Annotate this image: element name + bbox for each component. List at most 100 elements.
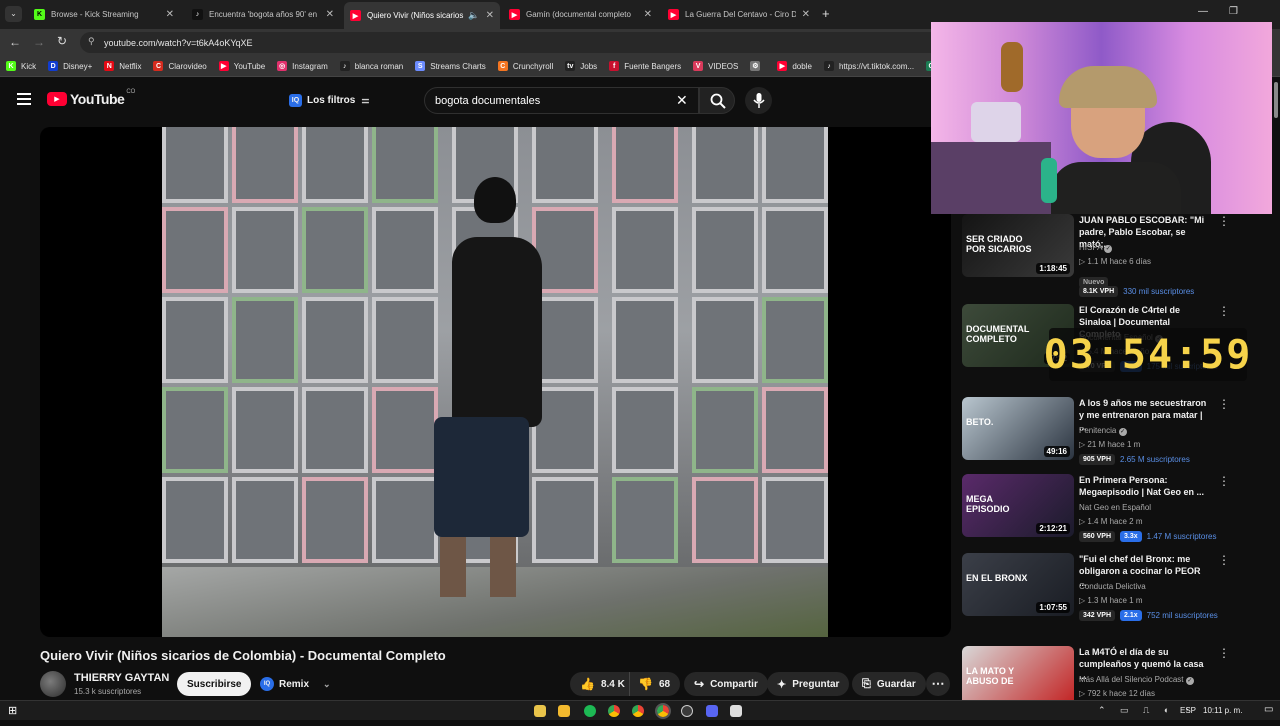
bookmark-item[interactable]: ▶ doble xyxy=(777,61,812,71)
voice-search-button[interactable] xyxy=(745,87,772,114)
bookmark-item[interactable]: ♪ blanca roman xyxy=(339,61,403,71)
video-thumbnail[interactable]: BETO. 49:16 xyxy=(962,397,1074,460)
close-icon[interactable]: ✕ xyxy=(486,10,494,21)
video-thumbnail[interactable]: SER CRIADO POR SICARIOS 1:18:45 xyxy=(962,214,1074,277)
speaker-icon[interactable]: 🔈 xyxy=(468,10,479,21)
bookmark-item[interactable]: ◎ Instagram xyxy=(277,61,328,71)
niche xyxy=(162,477,228,563)
tab-search-button[interactable]: ⌄ xyxy=(5,6,22,22)
youtube-play-icon: ▶ xyxy=(47,92,67,106)
channel-name[interactable]: Nat Geo en Español xyxy=(1079,503,1151,512)
clear-search-icon[interactable]: ✕ xyxy=(676,92,688,109)
app-icon[interactable] xyxy=(730,705,742,717)
more-actions-button[interactable]: ⋯ xyxy=(926,672,950,696)
close-icon[interactable]: ✕ xyxy=(166,9,174,20)
recommended-video[interactable]: SER CRIADO POR SICARIOS 1:18:45 JUAN PABLO… xyxy=(962,214,1262,297)
channel-name[interactable]: HISPA ✓ xyxy=(1079,243,1113,253)
new-tab-button[interactable]: + xyxy=(822,6,830,21)
channel-avatar[interactable] xyxy=(40,671,66,697)
ask-button[interactable]: ✦ Preguntar xyxy=(767,672,850,696)
file-explorer-icon[interactable] xyxy=(558,705,570,717)
tab-tiktok[interactable]: ♪ Encuentra 'bogota años 90' en ✕ xyxy=(186,4,340,25)
search-input[interactable]: bogota documentales ✕ xyxy=(424,87,699,114)
bookmark-item[interactable]: V VIDEOS xyxy=(693,61,738,71)
channel-name[interactable]: Penitencia ✓ xyxy=(1079,426,1127,436)
video-meta: ▷ 792 k hace 12 días xyxy=(1079,689,1155,698)
chrome-icon[interactable] xyxy=(608,705,620,717)
channel-name[interactable]: THIERRY GAYTAN xyxy=(74,672,169,684)
thumbnail-text: MEGA EPISODIO xyxy=(966,494,1010,514)
widgets-icon[interactable] xyxy=(534,705,546,717)
more-icon[interactable]: ⋮ xyxy=(1218,397,1230,411)
bookmark-item[interactable]: D Disney+ xyxy=(48,61,92,71)
filters-button[interactable]: IQ Los filtros ⚌ xyxy=(289,90,369,110)
youtube-icon: ▶ xyxy=(509,9,520,20)
tab-youtube-guerra[interactable]: ▶ La Guerra Del Centavo - Ciro D ✕ xyxy=(662,4,816,25)
youtube-logo[interactable]: ▶ YouTube CO xyxy=(47,89,135,107)
dislike-button[interactable]: 👎 68 xyxy=(630,672,670,696)
discord-icon[interactable] xyxy=(706,705,718,717)
close-icon[interactable]: ✕ xyxy=(326,9,334,20)
recommended-video[interactable]: BETO. 49:16 A los 9 años me secuestraron y… xyxy=(962,397,1262,477)
bookmark-item[interactable]: f Fuente Bangers xyxy=(609,61,681,71)
bookmark-icon: K xyxy=(6,61,16,71)
bookmark-item[interactable]: ▶ YouTube xyxy=(218,61,265,71)
chrome-profile-icon[interactable] xyxy=(632,705,644,717)
bookmark-item[interactable]: ⚙ xyxy=(750,61,765,71)
reload-icon[interactable]: ↻ xyxy=(57,34,67,48)
notifications-icon[interactable]: ▭ xyxy=(1264,704,1273,715)
page-scrollbar[interactable] xyxy=(1272,78,1280,700)
video-thumbnail[interactable]: EN EL BRONX 1:07:55 xyxy=(962,553,1074,616)
bookmark-item[interactable]: K Kick xyxy=(6,61,36,71)
more-icon[interactable]: ⋮ xyxy=(1218,214,1230,228)
video-player[interactable] xyxy=(40,127,951,637)
site-info-icon[interactable]: ⚲ xyxy=(88,36,95,47)
bookmark-label: Crunchyroll xyxy=(512,61,554,71)
bookmark-item[interactable]: ♪ https://vt.tiktok.com... xyxy=(823,61,914,71)
bookmark-item[interactable]: C Crunchyroll xyxy=(497,61,554,71)
close-icon[interactable]: ✕ xyxy=(802,9,810,20)
niche xyxy=(612,127,678,203)
tab-youtube-active[interactable]: ▶ Quiero Vivir (Niños sicarios 🔈 ✕ xyxy=(344,2,500,29)
bookmark-label: Instagram xyxy=(292,61,328,71)
close-icon[interactable]: ✕ xyxy=(644,9,652,20)
more-icon[interactable]: ⋮ xyxy=(1218,553,1230,567)
restore-icon[interactable]: ❐ xyxy=(1229,6,1238,17)
tab-kick[interactable]: K Browse - Kick Streaming ✕ xyxy=(28,4,180,25)
back-icon[interactable]: ← xyxy=(9,35,21,49)
more-icon[interactable]: ⋮ xyxy=(1218,646,1230,660)
video-thumbnail[interactable]: MEGA EPISODIO 2:12:21 xyxy=(962,474,1074,537)
video-title[interactable]: En Primera Persona: Megaepisodio | Nat G… xyxy=(1079,474,1207,498)
mic-icon xyxy=(753,93,765,108)
minimize-icon[interactable]: — xyxy=(1198,6,1208,17)
obs-icon[interactable] xyxy=(681,705,693,717)
bookmark-item[interactable]: tv Jobs xyxy=(565,61,597,71)
forward-icon[interactable]: → xyxy=(33,35,45,49)
language-indicator[interactable]: ESP xyxy=(1180,706,1196,715)
niche xyxy=(612,477,678,563)
tab-youtube-gamin[interactable]: ▶ Gamín (documental completo ✕ xyxy=(503,4,658,25)
menu-icon[interactable] xyxy=(17,93,31,105)
more-icon[interactable]: ⋮ xyxy=(1218,474,1230,488)
save-button[interactable]: ⎘ Guardar xyxy=(852,672,926,696)
clock[interactable]: 10:11 p. m. xyxy=(1203,706,1242,715)
channel-name[interactable]: Conducta Delictiva xyxy=(1079,582,1146,591)
bookmark-item[interactable]: S Streams Charts xyxy=(415,61,486,71)
chrome-active-icon[interactable] xyxy=(655,703,671,719)
remix-button[interactable]: IQ Remix ⌄ xyxy=(256,672,335,696)
niche xyxy=(302,127,368,203)
more-icon[interactable]: ⋮ xyxy=(1218,304,1230,318)
bookmark-item[interactable]: C Clarovideo xyxy=(153,61,207,71)
recommended-video[interactable]: MEGA EPISODIO 2:12:21 En Primera Persona: … xyxy=(962,474,1262,554)
search-button[interactable] xyxy=(699,87,735,114)
bookmark-item[interactable]: N Netflix xyxy=(104,61,141,71)
subscribe-button[interactable]: Suscribirse xyxy=(177,672,252,696)
windows-start-icon[interactable]: ⊞ xyxy=(8,704,17,717)
spotify-icon[interactable] xyxy=(584,705,596,717)
url-input[interactable]: ⚲ youtube.com/watch?v=t6kA4oKYqXE xyxy=(80,32,940,53)
share-button[interactable]: ↪ Compartir xyxy=(684,672,768,696)
recommended-video[interactable]: EN EL BRONX 1:07:55 "Fui el chef del Bronx… xyxy=(962,553,1262,633)
channel-name[interactable]: Más Allá del Silencio Podcast ✓ xyxy=(1079,675,1194,685)
thumbs-down-icon: 👎 xyxy=(638,677,653,691)
like-button[interactable]: 👍 8.4 K xyxy=(570,672,630,696)
